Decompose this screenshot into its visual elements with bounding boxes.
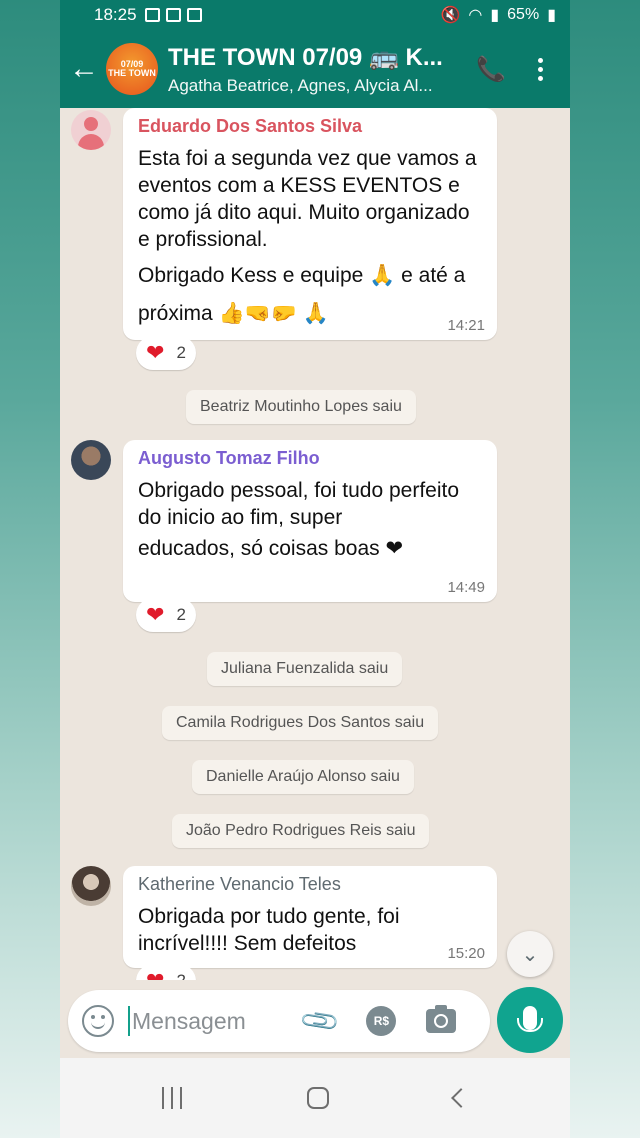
message-bubble[interactable]: Katherine Venancio Teles Obrigada por tu… [123, 866, 497, 968]
wifi-icon: ◠ [468, 7, 483, 24]
message-list: Eduardo Dos Santos Silva Esta foi a segu… [60, 108, 570, 980]
avatar[interactable] [71, 440, 111, 480]
scroll-down-button[interactable]: ⌄ [507, 931, 553, 977]
system-navigation-bar [60, 1058, 570, 1138]
status-time: 18:25 [94, 5, 137, 24]
group-avatar[interactable]: 07/09 THE TOWN [106, 43, 158, 95]
reaction-badge[interactable]: ❤ 2 [136, 598, 196, 632]
home-button[interactable] [306, 1087, 329, 1109]
reaction-badge[interactable]: ❤ 2 [136, 336, 196, 370]
add-call-icon[interactable]: 📞 [476, 55, 506, 84]
app-notification-icon [186, 8, 202, 22]
gallery-notification-icon [144, 8, 160, 22]
chat-header: ← 07/09 THE TOWN THE TOWN 07/09 🚌 K... A… [60, 30, 570, 108]
system-message: Juliana Fuenzalida saiu [207, 652, 403, 686]
group-title: THE TOWN 07/09 🚌 K... [168, 43, 443, 71]
camera-icon[interactable] [426, 1005, 457, 1033]
system-message: Camila Rodrigues Dos Santos saiu [162, 706, 439, 740]
signal-icon: ▮ [490, 7, 500, 24]
message-text: Esta foi a segunda vez que vamos a event… [138, 147, 477, 251]
reaction-badge[interactable]: ❤ 2 [136, 964, 196, 980]
heart-icon: ❤ [146, 602, 165, 627]
system-message: Danielle Araújo Alonso saiu [192, 760, 414, 794]
system-message: João Pedro Rodrigues Reis saiu [172, 814, 430, 848]
avatar-text-name: THE TOWN [108, 68, 156, 78]
more-options-icon[interactable] [528, 57, 552, 81]
heart-icon: ❤ [146, 340, 165, 365]
status-bar: 18:25 🔇 ◠ ▮ 65% ▮ [60, 0, 570, 30]
battery-level: 65% [507, 6, 540, 23]
sender-name[interactable]: Katherine Venancio Teles [138, 874, 483, 895]
message-composer: 📎 R$ [68, 990, 490, 1052]
sender-name[interactable]: Augusto Tomaz Filho [138, 448, 483, 469]
message-text: educados, só coisas boas ❤ [138, 537, 404, 560]
voice-message-button[interactable] [497, 987, 563, 1053]
message-text: Obrigado pessoal, foi tudo perfeito do i… [138, 479, 460, 529]
avatar[interactable] [71, 110, 111, 150]
message-input[interactable] [132, 1007, 292, 1035]
payment-icon[interactable]: R$ [366, 1006, 397, 1036]
phone-screen: 18:25 🔇 ◠ ▮ 65% ▮ ← 07/09 THE TOWN THE T… [60, 0, 570, 1138]
mute-icon: 🔇 [440, 7, 461, 24]
message-time: 15:20 [447, 945, 485, 962]
text-cursor [128, 1006, 130, 1036]
reaction-count: 2 [176, 605, 186, 624]
emoji-icon[interactable] [82, 1005, 114, 1037]
recent-apps-button[interactable] [162, 1087, 183, 1109]
group-info[interactable]: THE TOWN 07/09 🚌 K... Agatha Beatrice, A… [168, 43, 458, 96]
check-notification-icon [165, 8, 181, 22]
group-members: Agatha Beatrice, Agnes, Alycia Al... [168, 75, 433, 95]
microphone-icon [517, 1006, 543, 1032]
attach-icon[interactable]: 📎 [298, 999, 343, 1044]
message-time: 14:49 [447, 579, 485, 596]
double-chevron-down-icon: ⌄ [521, 943, 539, 966]
heart-icon: ❤ [146, 968, 164, 980]
arrow-left-icon[interactable]: ← [62, 52, 106, 86]
avatar[interactable] [71, 866, 111, 906]
system-message: Beatriz Moutinho Lopes saiu [186, 390, 416, 424]
message-bubble[interactable]: Augusto Tomaz Filho Obrigado pessoal, fo… [123, 440, 497, 602]
reaction-count: 2 [176, 971, 185, 980]
reaction-count: 2 [176, 343, 186, 362]
message-time: 14:21 [447, 317, 485, 334]
battery-icon: ▮ [547, 7, 556, 24]
back-button[interactable] [450, 1088, 471, 1108]
message-text: Obrigada por tudo gente, foi incrível!!!… [138, 905, 400, 955]
sender-name[interactable]: Eduardo Dos Santos Silva [138, 116, 483, 137]
message-text: Obrigado Kess e equipe 🙏 e até a próxima… [138, 264, 466, 325]
message-bubble[interactable]: Eduardo Dos Santos Silva Esta foi a segu… [123, 108, 497, 340]
